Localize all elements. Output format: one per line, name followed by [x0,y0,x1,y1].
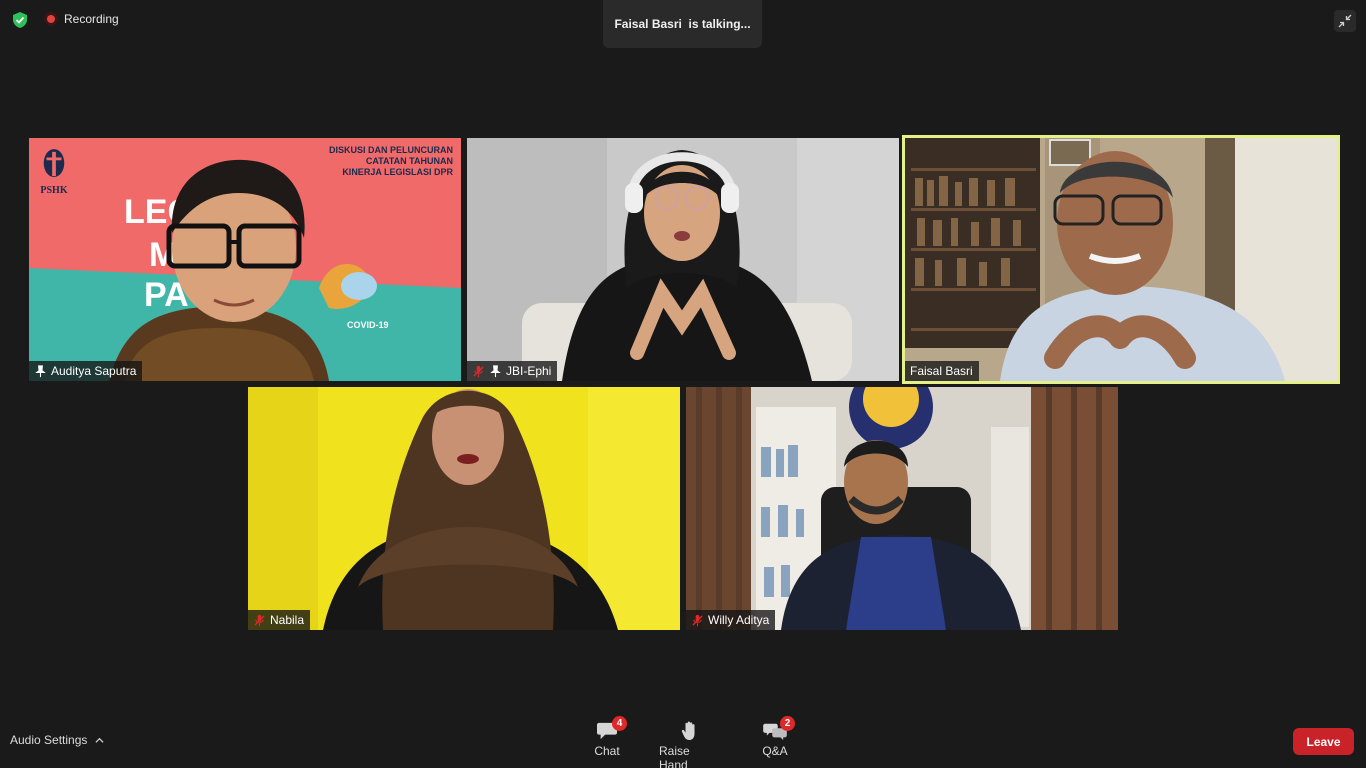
participant-nameplate: Auditya Saputra [29,361,143,381]
leave-button[interactable]: Leave [1293,728,1354,755]
participant-name: JBI-Ephi [506,364,552,378]
banner-title-line: CATATAN TAHUNAN [365,156,453,166]
event-banner-title: DISKUSI DAN PELUNCURAN CATATAN TAHUNAN K… [329,145,453,178]
chat-label: Chat [594,744,620,758]
meeting-window: Recording Faisal Basri is talking... LEG… [0,0,1366,768]
recording-indicator[interactable]: Recording [44,12,119,26]
video-tile-willy-aditya[interactable]: Willy Aditya [686,387,1118,630]
pshk-logo-icon [43,149,65,178]
microphone-muted-icon [692,614,703,626]
video-feed [467,138,899,381]
chat-unread-badge: 4 [612,716,627,731]
participant-nameplate: Willy Aditya [686,610,776,630]
recording-dot-icon [44,12,58,26]
chat-button[interactable]: 4 Chat [591,716,627,758]
chevron-up-icon [95,737,104,743]
raise-hand-button[interactable]: Raise Hand [659,718,721,768]
banner-title-line: DISKUSI DAN PELUNCURAN [328,145,453,155]
video-feed [905,138,1337,381]
participant-name: Auditya Saputra [51,364,137,378]
security-shield-icon[interactable] [11,11,29,29]
participant-nameplate: Nabila [248,610,311,630]
active-speaker-banner: Faisal Basri is talking... [603,0,762,48]
audio-settings-label: Audio Settings [10,733,88,747]
audio-settings-button[interactable]: Audio Settings [10,733,104,747]
pshk-logo: PSHK [37,148,71,196]
qa-label: Q&A [762,744,788,758]
microphone-muted-icon [254,614,265,626]
video-tile-faisal-basri[interactable]: Faisal Basri [905,138,1337,381]
video-tile-jbi-ephi[interactable]: JBI-Ephi [467,138,899,381]
video-feed [686,387,1118,630]
pin-icon [490,364,501,377]
participant-nameplate: Faisal Basri [905,361,979,381]
video-tile-auditya-saputra[interactable]: LEG M PA PSHK DISKUSI DAN PELUNCURAN CAT… [29,138,461,381]
exit-fullscreen-button[interactable] [1334,10,1356,32]
video-tile-nabila[interactable]: Nabila [248,387,680,630]
exit-fullscreen-icon [1338,14,1352,28]
raise-hand-label: Raise Hand [659,744,690,768]
participant-name: Faisal Basri [910,364,973,378]
banner-title-line: KINERJA LEGISLASI DPR [342,167,453,177]
participant-name: Nabila [270,613,305,627]
pshk-logo-text: PSHK [40,185,68,196]
participant-name: Willy Aditya [708,613,770,627]
banner-footer-text: COVID-19 [347,320,389,330]
qa-unread-badge: 2 [780,716,795,731]
pin-icon [35,364,46,377]
recording-label: Recording [64,12,119,26]
video-feed [248,387,680,630]
raise-hand-icon [681,721,695,740]
microphone-muted-icon [473,365,484,377]
qa-button[interactable]: 2 Q&A [759,716,795,758]
participant-nameplate: JBI-Ephi [467,361,558,381]
